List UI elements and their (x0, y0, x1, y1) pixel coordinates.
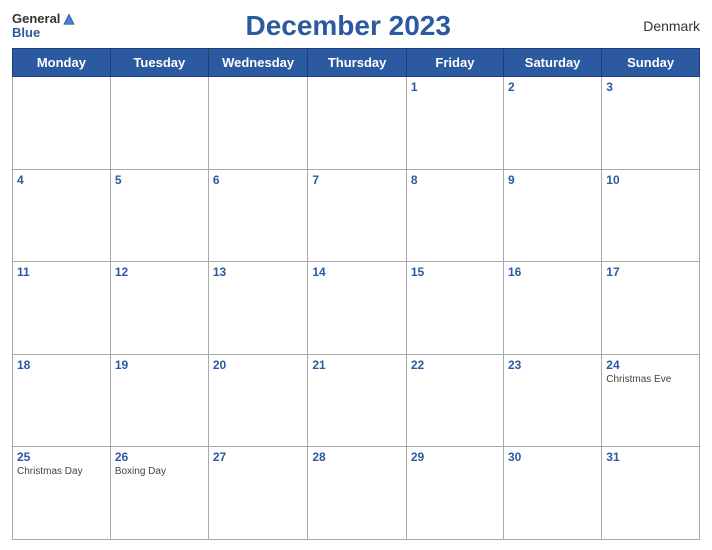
calendar-cell: 30 (503, 447, 601, 540)
header-saturday: Saturday (503, 49, 601, 77)
header-monday: Monday (13, 49, 111, 77)
day-event: Christmas Eve (606, 374, 695, 385)
calendar-page: General Blue December 2023 Denmark Monda… (0, 0, 712, 550)
calendar-cell: 20 (208, 354, 308, 447)
logo: General Blue (12, 12, 76, 41)
calendar-cell: 26 Boxing Day (110, 447, 208, 540)
calendar-cell: 6 (208, 169, 308, 262)
day-number: 12 (115, 265, 204, 279)
calendar-title: December 2023 (245, 10, 450, 41)
day-event: Christmas Day (17, 466, 106, 477)
calendar-cell: 25 Christmas Day (13, 447, 111, 540)
calendar-cell: 8 (406, 169, 503, 262)
day-number: 14 (312, 265, 402, 279)
day-number: 27 (213, 450, 304, 464)
calendar-cell: 5 (110, 169, 208, 262)
calendar-cell: 18 (13, 354, 111, 447)
header-wednesday: Wednesday (208, 49, 308, 77)
calendar-cell: 9 (503, 169, 601, 262)
day-number: 25 (17, 450, 106, 464)
country-label: Denmark (620, 18, 700, 34)
calendar-cell: 22 (406, 354, 503, 447)
logo-icon (62, 12, 76, 26)
calendar-cell: 16 (503, 262, 601, 355)
day-number: 3 (606, 80, 695, 94)
header-tuesday: Tuesday (110, 49, 208, 77)
calendar-cell: 17 (602, 262, 700, 355)
day-number: 9 (508, 173, 597, 187)
calendar-cell: 3 (602, 77, 700, 170)
header-sunday: Sunday (602, 49, 700, 77)
calendar-cell: 13 (208, 262, 308, 355)
day-number: 6 (213, 173, 304, 187)
day-number: 24 (606, 358, 695, 372)
calendar-cell (13, 77, 111, 170)
calendar-cell: 2 (503, 77, 601, 170)
day-number: 20 (213, 358, 304, 372)
calendar-cell: 15 (406, 262, 503, 355)
calendar-cell: 31 (602, 447, 700, 540)
calendar-cell (110, 77, 208, 170)
header-thursday: Thursday (308, 49, 407, 77)
day-number: 18 (17, 358, 106, 372)
weekday-header-row: Monday Tuesday Wednesday Thursday Friday… (13, 49, 700, 77)
calendar-cell: 23 (503, 354, 601, 447)
calendar-cell: 24 Christmas Eve (602, 354, 700, 447)
calendar-cell (208, 77, 308, 170)
calendar-cell: 14 (308, 262, 407, 355)
calendar-week-row: 123 (13, 77, 700, 170)
calendar-cell: 7 (308, 169, 407, 262)
calendar-cell: 19 (110, 354, 208, 447)
day-number: 2 (508, 80, 597, 94)
day-number: 31 (606, 450, 695, 464)
day-number: 30 (508, 450, 597, 464)
day-number: 11 (17, 265, 106, 279)
day-number: 29 (411, 450, 499, 464)
logo-blue-text: Blue (12, 26, 40, 40)
calendar-cell: 1 (406, 77, 503, 170)
calendar-week-row: 456789 10 (13, 169, 700, 262)
calendar-table: Monday Tuesday Wednesday Thursday Friday… (12, 48, 700, 540)
calendar-cell: 12 (110, 262, 208, 355)
day-number: 26 (115, 450, 204, 464)
day-event: Boxing Day (115, 466, 204, 477)
day-number: 28 (312, 450, 402, 464)
day-number: 23 (508, 358, 597, 372)
day-number: 22 (411, 358, 499, 372)
day-number: 10 (606, 173, 695, 187)
calendar-week-row: 25 Christmas Day 26 Boxing Day 27 28 29 30 31 (13, 447, 700, 540)
day-number: 4 (17, 173, 106, 187)
day-number: 21 (312, 358, 402, 372)
title-area: December 2023 (76, 10, 620, 42)
calendar-cell (308, 77, 407, 170)
calendar-cell: 10 (602, 169, 700, 262)
header-friday: Friday (406, 49, 503, 77)
day-number: 5 (115, 173, 204, 187)
day-number: 19 (115, 358, 204, 372)
calendar-cell: 27 (208, 447, 308, 540)
calendar-cell: 11 (13, 262, 111, 355)
day-number: 16 (508, 265, 597, 279)
day-number: 7 (312, 173, 402, 187)
calendar-week-row: 18 19 20 21 22 23 24 Christmas Eve (13, 354, 700, 447)
calendar-week-row: 11 12 13 14 15 16 17 (13, 262, 700, 355)
day-number: 15 (411, 265, 499, 279)
day-number: 8 (411, 173, 499, 187)
day-number: 1 (411, 80, 499, 94)
calendar-cell: 4 (13, 169, 111, 262)
logo-general-text: General (12, 12, 60, 26)
calendar-cell: 29 (406, 447, 503, 540)
day-number: 17 (606, 265, 695, 279)
header: General Blue December 2023 Denmark (12, 10, 700, 42)
day-number: 13 (213, 265, 304, 279)
calendar-cell: 28 (308, 447, 407, 540)
calendar-cell: 21 (308, 354, 407, 447)
